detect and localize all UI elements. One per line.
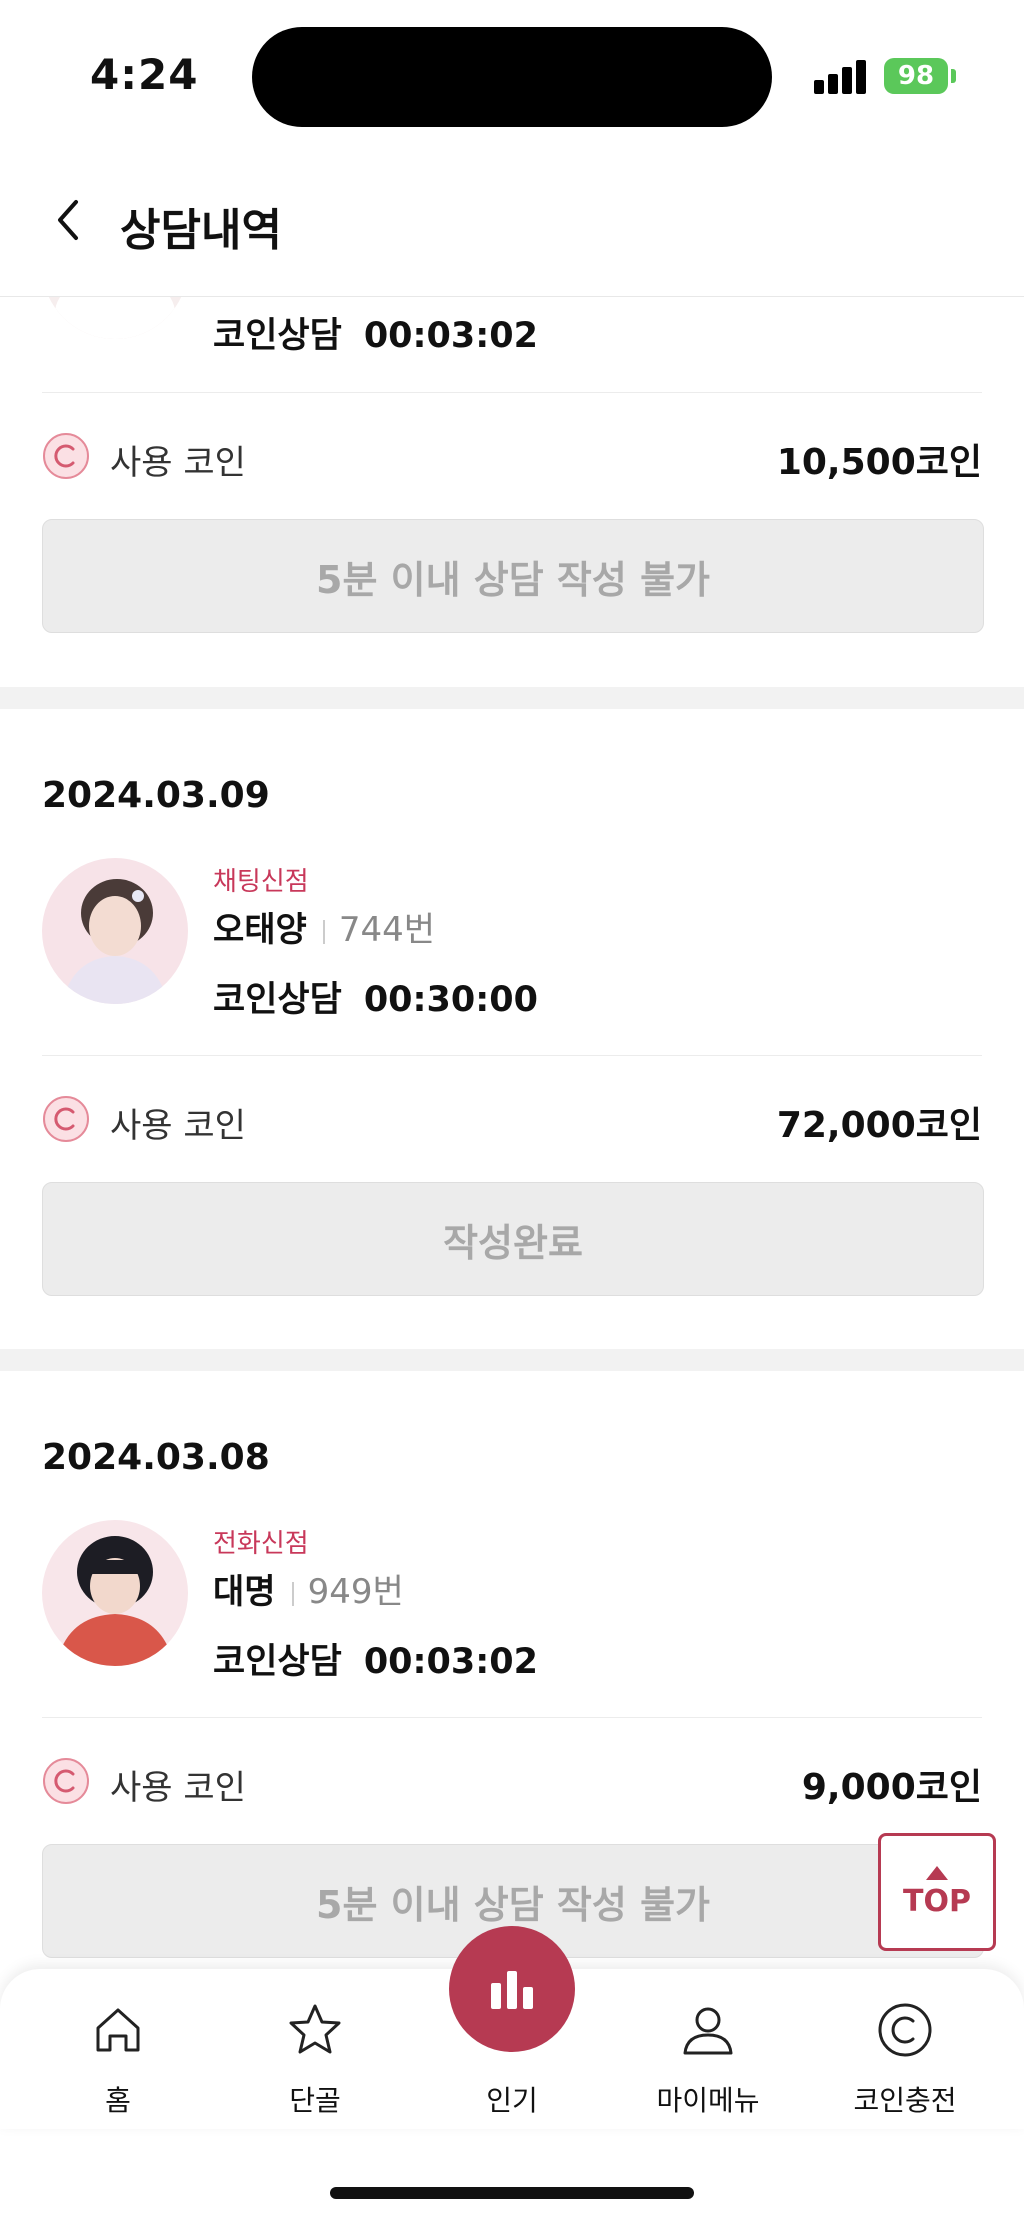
coin-icon bbox=[43, 1758, 89, 1804]
tab-label: 홈 bbox=[105, 2084, 131, 2117]
coin-amount: 72,000코인 bbox=[776, 1105, 982, 1146]
divider bbox=[42, 1717, 982, 1718]
tab-home[interactable]: 홈 bbox=[48, 1999, 188, 2119]
tab-label: 코인충전 bbox=[853, 2084, 957, 2117]
divider bbox=[42, 1055, 982, 1056]
consult-type-line: 코인상담 00:03:02 bbox=[213, 1633, 538, 1684]
popular-fab-button[interactable] bbox=[449, 1926, 575, 2052]
counselor-name-line: 오태양 744번 bbox=[213, 902, 435, 951]
counselor-avatar[interactable] bbox=[42, 297, 188, 339]
section-gap bbox=[0, 1349, 1024, 1371]
dynamic-island bbox=[252, 27, 772, 127]
counselor-number: 949번 bbox=[307, 1572, 404, 1612]
tab-coin-charge[interactable]: 코인충전 bbox=[835, 1999, 975, 2119]
counselor-category: 전화신점 bbox=[213, 1529, 309, 1559]
counselor-avatar[interactable] bbox=[42, 858, 188, 1004]
scroll-top-label: TOP bbox=[903, 1883, 971, 1919]
coin-label: 사용 코인 bbox=[110, 1768, 246, 1808]
coin-icon bbox=[878, 2003, 932, 2057]
tab-label: 인기 bbox=[486, 2084, 538, 2117]
review-complete-button[interactable]: 작성완료 bbox=[42, 1182, 984, 1296]
home-indicator bbox=[330, 2187, 694, 2199]
signal-icon bbox=[814, 58, 868, 94]
status-time: 4:24 bbox=[90, 50, 199, 99]
coin-icon bbox=[43, 433, 89, 479]
coin-amount: 9,000코인 bbox=[801, 1767, 982, 1808]
consult-duration: 00:30:00 bbox=[363, 980, 538, 1020]
battery-icon: 98 bbox=[884, 58, 948, 94]
home-icon bbox=[96, 2008, 140, 2052]
consult-duration: 00:03:02 bbox=[363, 316, 538, 356]
consult-type: 코인상담 bbox=[213, 1642, 342, 1682]
consult-record: 2024.03.09 채팅신점 오태양 744번 코인상담 00:30:00 사용 … bbox=[0, 709, 1024, 1349]
counselor-avatar[interactable] bbox=[42, 1520, 188, 1666]
tab-label: 단골 bbox=[289, 2084, 341, 2117]
coin-label: 사용 코인 bbox=[110, 1106, 246, 1146]
consult-type: 코인상담 bbox=[213, 316, 342, 356]
section-gap bbox=[0, 687, 1024, 709]
chevron-left-icon bbox=[58, 200, 78, 240]
counselor-name: 대명 bbox=[213, 1572, 276, 1612]
battery-level: 98 bbox=[897, 61, 935, 91]
arrow-up-icon bbox=[926, 1865, 948, 1880]
counselor-name: 오태양 bbox=[213, 910, 307, 950]
consult-date: 2024.03.08 bbox=[42, 1437, 270, 1478]
consult-type: 코인상담 bbox=[213, 980, 342, 1020]
consult-type-line: 코인상담 00:30:00 bbox=[213, 971, 538, 1022]
consult-duration: 00:03:02 bbox=[363, 1642, 538, 1682]
coin-label: 사용 코인 bbox=[110, 443, 246, 483]
review-button-disabled[interactable]: 5분 이내 상담 작성 불가 bbox=[42, 519, 984, 633]
consult-date: 2024.03.09 bbox=[42, 775, 270, 816]
back-button[interactable] bbox=[40, 190, 100, 250]
scroll-top-button[interactable]: TOP bbox=[878, 1833, 996, 1951]
counselor-category: 채팅신점 bbox=[213, 867, 309, 897]
counselor-number: 744번 bbox=[338, 910, 436, 950]
divider bbox=[42, 392, 982, 393]
coin-amount: 10,500코인 bbox=[776, 442, 982, 483]
person-icon bbox=[683, 2007, 733, 2055]
coin-icon bbox=[43, 1096, 89, 1142]
consult-record: 코인상담 00:03:02 사용 코인 10,500코인 5분 이내 상담 작성 … bbox=[0, 297, 1024, 687]
tab-my-menu[interactable]: 마이메뉴 bbox=[638, 1999, 778, 2119]
consult-history-list[interactable]: 코인상담 00:03:02 사용 코인 10,500코인 5분 이내 상담 작성 … bbox=[0, 297, 1024, 1969]
app-header: 상담내역 bbox=[0, 150, 1024, 297]
consult-type-line: 코인상담 00:03:02 bbox=[213, 307, 538, 358]
page-title: 상담내역 bbox=[120, 205, 282, 256]
consult-record: 2024.03.08 전화신점 대명 949번 코인상담 00:03:02 사용 코… bbox=[0, 1371, 1024, 1969]
status-bar: 4:24 98 bbox=[0, 0, 1024, 150]
counselor-name-line: 대명 949번 bbox=[213, 1564, 404, 1613]
tab-favorites[interactable]: 단골 bbox=[245, 1999, 385, 2119]
tab-label: 마이메뉴 bbox=[656, 2084, 760, 2117]
bar-chart-icon bbox=[491, 1971, 533, 2009]
star-icon bbox=[289, 2004, 341, 2054]
